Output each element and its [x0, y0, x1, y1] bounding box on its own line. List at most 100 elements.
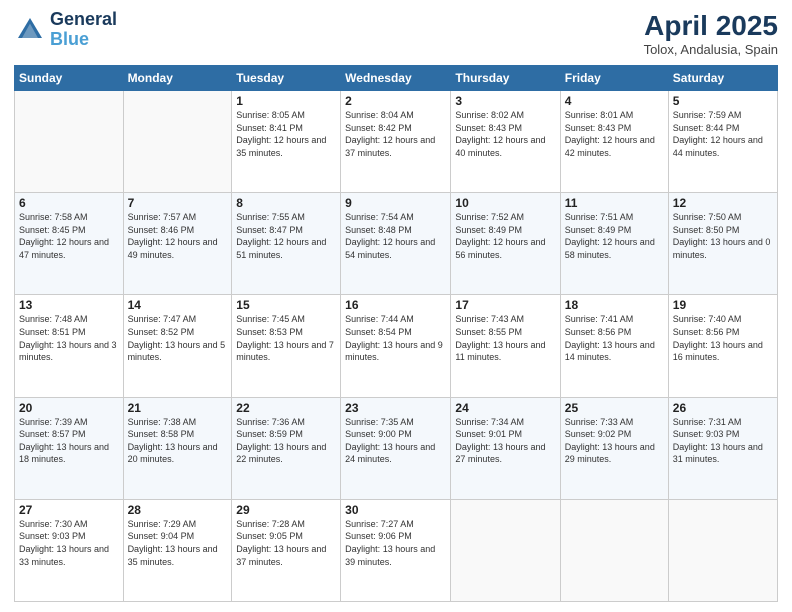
- day-cell: 5Sunrise: 7:59 AM Sunset: 8:44 PM Daylig…: [668, 91, 777, 193]
- day-number: 27: [19, 503, 119, 517]
- day-number: 21: [128, 401, 228, 415]
- day-cell: 22Sunrise: 7:36 AM Sunset: 8:59 PM Dayli…: [232, 397, 341, 499]
- day-cell: 23Sunrise: 7:35 AM Sunset: 9:00 PM Dayli…: [341, 397, 451, 499]
- day-cell: 4Sunrise: 8:01 AM Sunset: 8:43 PM Daylig…: [560, 91, 668, 193]
- col-header-tuesday: Tuesday: [232, 66, 341, 91]
- day-cell: 20Sunrise: 7:39 AM Sunset: 8:57 PM Dayli…: [15, 397, 124, 499]
- day-info: Sunrise: 8:01 AM Sunset: 8:43 PM Dayligh…: [565, 109, 664, 159]
- title-block: April 2025 Tolox, Andalusia, Spain: [644, 10, 778, 57]
- day-info: Sunrise: 8:04 AM Sunset: 8:42 PM Dayligh…: [345, 109, 446, 159]
- day-info: Sunrise: 7:39 AM Sunset: 8:57 PM Dayligh…: [19, 416, 119, 466]
- day-number: 3: [455, 94, 555, 108]
- day-cell: [668, 499, 777, 601]
- day-info: Sunrise: 7:51 AM Sunset: 8:49 PM Dayligh…: [565, 211, 664, 261]
- day-number: 10: [455, 196, 555, 210]
- day-cell: [560, 499, 668, 601]
- day-number: 22: [236, 401, 336, 415]
- day-info: Sunrise: 7:59 AM Sunset: 8:44 PM Dayligh…: [673, 109, 773, 159]
- day-number: 17: [455, 298, 555, 312]
- day-info: Sunrise: 7:54 AM Sunset: 8:48 PM Dayligh…: [345, 211, 446, 261]
- day-cell: 29Sunrise: 7:28 AM Sunset: 9:05 PM Dayli…: [232, 499, 341, 601]
- week-row-1: 1Sunrise: 8:05 AM Sunset: 8:41 PM Daylig…: [15, 91, 778, 193]
- day-info: Sunrise: 8:05 AM Sunset: 8:41 PM Dayligh…: [236, 109, 336, 159]
- day-cell: 21Sunrise: 7:38 AM Sunset: 8:58 PM Dayli…: [123, 397, 232, 499]
- day-number: 19: [673, 298, 773, 312]
- day-number: 28: [128, 503, 228, 517]
- day-cell: 26Sunrise: 7:31 AM Sunset: 9:03 PM Dayli…: [668, 397, 777, 499]
- day-number: 29: [236, 503, 336, 517]
- day-number: 25: [565, 401, 664, 415]
- day-info: Sunrise: 7:36 AM Sunset: 8:59 PM Dayligh…: [236, 416, 336, 466]
- day-info: Sunrise: 7:40 AM Sunset: 8:56 PM Dayligh…: [673, 313, 773, 363]
- day-number: 12: [673, 196, 773, 210]
- day-info: Sunrise: 7:35 AM Sunset: 9:00 PM Dayligh…: [345, 416, 446, 466]
- logo-icon: [14, 14, 46, 46]
- col-header-wednesday: Wednesday: [341, 66, 451, 91]
- subtitle: Tolox, Andalusia, Spain: [644, 42, 778, 57]
- page: General Blue April 2025 Tolox, Andalusia…: [0, 0, 792, 612]
- day-cell: 25Sunrise: 7:33 AM Sunset: 9:02 PM Dayli…: [560, 397, 668, 499]
- header: General Blue April 2025 Tolox, Andalusia…: [14, 10, 778, 57]
- day-cell: 13Sunrise: 7:48 AM Sunset: 8:51 PM Dayli…: [15, 295, 124, 397]
- logo-text: General Blue: [50, 10, 117, 50]
- day-cell: 14Sunrise: 7:47 AM Sunset: 8:52 PM Dayli…: [123, 295, 232, 397]
- day-cell: 8Sunrise: 7:55 AM Sunset: 8:47 PM Daylig…: [232, 193, 341, 295]
- day-cell: 18Sunrise: 7:41 AM Sunset: 8:56 PM Dayli…: [560, 295, 668, 397]
- col-header-sunday: Sunday: [15, 66, 124, 91]
- calendar-header-row: SundayMondayTuesdayWednesdayThursdayFrid…: [15, 66, 778, 91]
- day-cell: 3Sunrise: 8:02 AM Sunset: 8:43 PM Daylig…: [451, 91, 560, 193]
- day-cell: 10Sunrise: 7:52 AM Sunset: 8:49 PM Dayli…: [451, 193, 560, 295]
- day-info: Sunrise: 7:29 AM Sunset: 9:04 PM Dayligh…: [128, 518, 228, 568]
- day-cell: 28Sunrise: 7:29 AM Sunset: 9:04 PM Dayli…: [123, 499, 232, 601]
- day-info: Sunrise: 7:57 AM Sunset: 8:46 PM Dayligh…: [128, 211, 228, 261]
- day-info: Sunrise: 7:27 AM Sunset: 9:06 PM Dayligh…: [345, 518, 446, 568]
- day-info: Sunrise: 7:55 AM Sunset: 8:47 PM Dayligh…: [236, 211, 336, 261]
- day-number: 24: [455, 401, 555, 415]
- day-cell: 17Sunrise: 7:43 AM Sunset: 8:55 PM Dayli…: [451, 295, 560, 397]
- day-info: Sunrise: 7:34 AM Sunset: 9:01 PM Dayligh…: [455, 416, 555, 466]
- day-number: 20: [19, 401, 119, 415]
- day-number: 6: [19, 196, 119, 210]
- day-number: 16: [345, 298, 446, 312]
- day-info: Sunrise: 7:47 AM Sunset: 8:52 PM Dayligh…: [128, 313, 228, 363]
- day-number: 14: [128, 298, 228, 312]
- week-row-5: 27Sunrise: 7:30 AM Sunset: 9:03 PM Dayli…: [15, 499, 778, 601]
- day-cell: 19Sunrise: 7:40 AM Sunset: 8:56 PM Dayli…: [668, 295, 777, 397]
- week-row-3: 13Sunrise: 7:48 AM Sunset: 8:51 PM Dayli…: [15, 295, 778, 397]
- day-cell: 2Sunrise: 8:04 AM Sunset: 8:42 PM Daylig…: [341, 91, 451, 193]
- day-cell: [123, 91, 232, 193]
- day-cell: 9Sunrise: 7:54 AM Sunset: 8:48 PM Daylig…: [341, 193, 451, 295]
- day-info: Sunrise: 7:30 AM Sunset: 9:03 PM Dayligh…: [19, 518, 119, 568]
- week-row-4: 20Sunrise: 7:39 AM Sunset: 8:57 PM Dayli…: [15, 397, 778, 499]
- calendar-table: SundayMondayTuesdayWednesdayThursdayFrid…: [14, 65, 778, 602]
- day-cell: 16Sunrise: 7:44 AM Sunset: 8:54 PM Dayli…: [341, 295, 451, 397]
- day-number: 9: [345, 196, 446, 210]
- day-cell: [15, 91, 124, 193]
- main-title: April 2025: [644, 10, 778, 42]
- day-info: Sunrise: 7:45 AM Sunset: 8:53 PM Dayligh…: [236, 313, 336, 363]
- day-cell: 12Sunrise: 7:50 AM Sunset: 8:50 PM Dayli…: [668, 193, 777, 295]
- col-header-saturday: Saturday: [668, 66, 777, 91]
- day-number: 26: [673, 401, 773, 415]
- day-cell: 24Sunrise: 7:34 AM Sunset: 9:01 PM Dayli…: [451, 397, 560, 499]
- day-number: 15: [236, 298, 336, 312]
- day-info: Sunrise: 8:02 AM Sunset: 8:43 PM Dayligh…: [455, 109, 555, 159]
- day-number: 13: [19, 298, 119, 312]
- day-number: 23: [345, 401, 446, 415]
- day-info: Sunrise: 7:28 AM Sunset: 9:05 PM Dayligh…: [236, 518, 336, 568]
- day-info: Sunrise: 7:33 AM Sunset: 9:02 PM Dayligh…: [565, 416, 664, 466]
- logo: General Blue: [14, 10, 117, 50]
- day-number: 5: [673, 94, 773, 108]
- day-cell: 27Sunrise: 7:30 AM Sunset: 9:03 PM Dayli…: [15, 499, 124, 601]
- day-info: Sunrise: 7:31 AM Sunset: 9:03 PM Dayligh…: [673, 416, 773, 466]
- day-cell: 6Sunrise: 7:58 AM Sunset: 8:45 PM Daylig…: [15, 193, 124, 295]
- day-cell: 7Sunrise: 7:57 AM Sunset: 8:46 PM Daylig…: [123, 193, 232, 295]
- day-info: Sunrise: 7:43 AM Sunset: 8:55 PM Dayligh…: [455, 313, 555, 363]
- logo-line2: Blue: [50, 30, 117, 50]
- col-header-monday: Monday: [123, 66, 232, 91]
- day-info: Sunrise: 7:44 AM Sunset: 8:54 PM Dayligh…: [345, 313, 446, 363]
- logo-line1: General: [50, 10, 117, 30]
- day-info: Sunrise: 7:41 AM Sunset: 8:56 PM Dayligh…: [565, 313, 664, 363]
- day-number: 11: [565, 196, 664, 210]
- day-number: 30: [345, 503, 446, 517]
